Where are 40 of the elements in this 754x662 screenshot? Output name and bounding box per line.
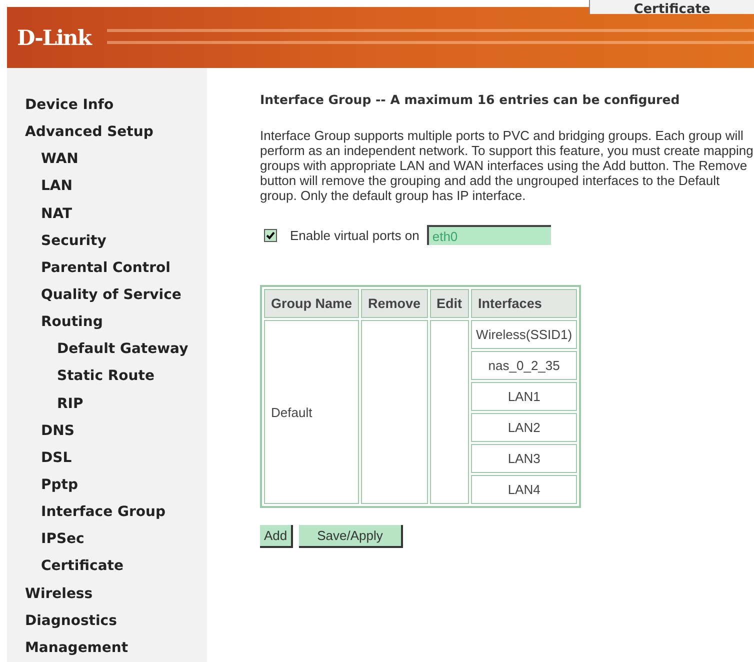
nav-link[interactable]: LAN [7, 173, 207, 201]
nav-link[interactable]: Default Gateway [7, 336, 207, 364]
nav-link[interactable]: Advanced Setup [7, 119, 207, 146]
nav-link[interactable]: DNS [7, 418, 207, 445]
table-cell: Default [264, 320, 360, 504]
nav-link[interactable]: IPSec [7, 526, 207, 554]
table-cell: LAN2 [471, 413, 578, 442]
nav-link[interactable]: Static Route [7, 363, 207, 391]
nav-link[interactable]: Wireless [7, 580, 207, 608]
nav-link[interactable]: Quality of Service [7, 282, 207, 310]
table-cell: Wireless(SSID1) [471, 320, 578, 349]
page-title: Interface Group -- A maximum 16 entries can be configured [260, 92, 681, 107]
nav-link[interactable]: NAT [7, 200, 207, 228]
column-header: Interfaces [471, 289, 578, 318]
nav-link[interactable]: Diagnostics [7, 608, 207, 635]
table-cell: nas_0_2_35 [471, 351, 578, 380]
nav-link[interactable]: Security [7, 228, 207, 255]
menu-item[interactable]: Certificate [634, 2, 710, 14]
column-header: Remove [361, 289, 428, 318]
checkbox-label: Enable virtual ports on [290, 228, 420, 242]
checkbox[interactable] [264, 228, 277, 242]
nav-link[interactable]: Certificate [7, 553, 207, 581]
nav-link[interactable]: DSL [7, 444, 207, 472]
logo: D-Link [17, 25, 91, 50]
column-header: Group Name [264, 289, 360, 318]
nav-link[interactable]: Pptp [7, 472, 207, 500]
nav-link[interactable]: Interface Group [7, 499, 207, 526]
nav-link[interactable]: Device Info [7, 92, 207, 120]
form-button[interactable]: Save/Apply [299, 525, 403, 548]
nav-link[interactable]: Routing [7, 309, 207, 336]
description: Interface Group supports multiple ports to PVC and bridging groups. Each group will perform as an independent network. To support this feature, you must create mapping groups with appropriate LAN and WAN interfaces using the Add button. The Remove button will remove the grouping and add the ungrouped interfaces to the Default group. Only the default group has IP interface. [260, 128, 754, 203]
table-cell: LAN1 [471, 382, 578, 411]
column-header: Edit [430, 289, 470, 318]
nav-link[interactable]: Parental Control [7, 254, 207, 282]
table-cell: LAN4 [471, 475, 578, 504]
form-button[interactable]: Add [260, 525, 294, 548]
nav-link[interactable]: WAN [7, 146, 207, 174]
table-cell: LAN3 [471, 444, 578, 473]
nav-link[interactable]: Management [7, 634, 207, 662]
nav-link[interactable]: RIP [7, 390, 207, 418]
